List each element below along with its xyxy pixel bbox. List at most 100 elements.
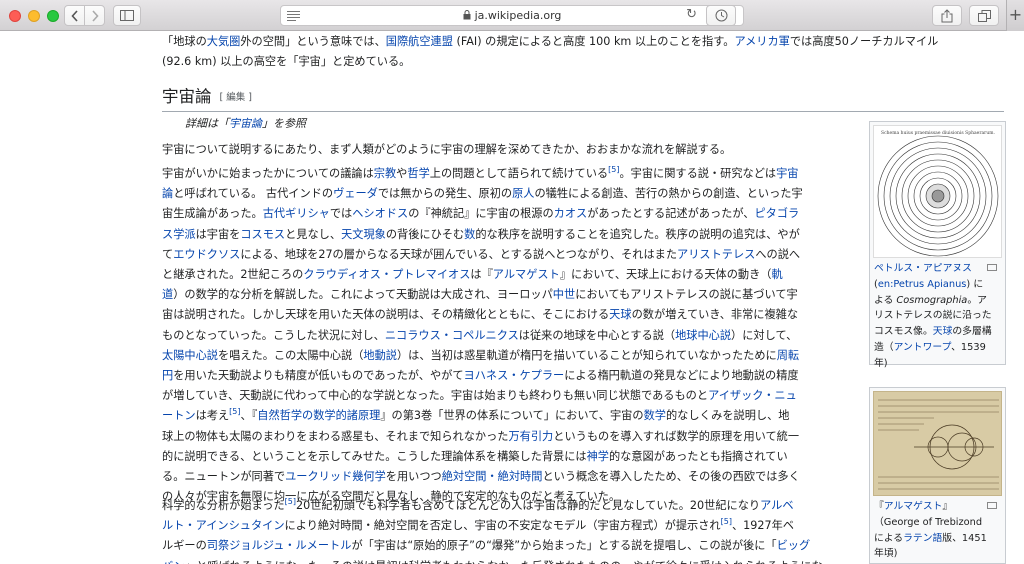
- article-link[interactable]: ス学派: [162, 228, 196, 241]
- section-heading: 宇宙論 [ 編集 ]: [162, 84, 1004, 112]
- paragraph-line: る。ニュートンが同著でユークリッド幾何学を用いつつ絶対空間・絶対時間という概念を…: [162, 467, 852, 487]
- article-link[interactable]: 哲学: [407, 167, 429, 180]
- article-link[interactable]: 地球中心説: [675, 329, 731, 342]
- text-run: という概念を導入したため、その後の西欧では多く: [542, 470, 800, 483]
- text-run: 」を参照: [262, 117, 306, 130]
- article-link[interactable]: カオス: [554, 207, 588, 220]
- figure-cosmographia-caption: ペトルス・アピアヌス (en:Petrus Apianus) による Cosmog…: [870, 261, 1005, 372]
- text-run: 科学的な分析が始まった: [162, 499, 285, 512]
- article-link[interactable]: 大気圏: [207, 35, 241, 48]
- text-run: ものとなっていった。こうした状況に対し、: [162, 328, 385, 342]
- caption-line: よる Cosmographia。ア: [870, 293, 1005, 309]
- history-button[interactable]: [706, 5, 736, 26]
- article-link[interactable]: 論: [162, 187, 173, 200]
- article-link[interactable]: 数: [464, 228, 475, 241]
- reference-link[interactable]: [5]: [721, 517, 732, 526]
- article-link[interactable]: 中世: [553, 288, 575, 301]
- caption-line: (en:Petrus Apianus) に: [870, 277, 1005, 293]
- article-link[interactable]: 絶対空間・絶対時間: [442, 470, 543, 483]
- article-link[interactable]: バン: [162, 560, 185, 564]
- article-link[interactable]: 自然哲学の数学的諸原理: [257, 409, 380, 422]
- new-tab-button[interactable]: +: [1006, 0, 1024, 31]
- article-link[interactable]: アイザック・ニュ: [708, 389, 797, 402]
- reference-link[interactable]: [5]: [229, 407, 240, 416]
- text-run: においてもアリストテレスの説に基づいて宇: [575, 288, 798, 302]
- zoom-window-button[interactable]: [47, 10, 59, 22]
- article-link[interactable]: 円: [162, 369, 173, 382]
- reference-link[interactable]: [5]: [608, 165, 619, 174]
- article-link[interactable]: アルマゲスト: [493, 268, 560, 281]
- article-link[interactable]: 神学: [587, 450, 609, 463]
- article-link[interactable]: 天文現象: [341, 228, 386, 241]
- article-link[interactable]: ヴェーダ: [333, 187, 378, 200]
- reload-icon[interactable]: ↻: [686, 7, 697, 22]
- article-link[interactable]: 地動説: [363, 349, 397, 362]
- article-link[interactable]: 国際航空連盟: [386, 35, 453, 48]
- text-run: （George of Trebizond: [874, 516, 983, 528]
- article-link[interactable]: アルマゲスト: [884, 501, 943, 512]
- address-bar[interactable]: ja.wikipedia.org ↻: [280, 5, 744, 26]
- article-link[interactable]: アリストテレス: [677, 248, 755, 261]
- text-run: 詳細は「: [185, 117, 229, 130]
- text-run: 』: [942, 501, 953, 512]
- section-edit-link[interactable]: [ 編集 ]: [220, 92, 252, 103]
- article-link[interactable]: 原人: [512, 187, 534, 200]
- article-link[interactable]: アメリカ軍: [734, 35, 789, 48]
- back-button[interactable]: [64, 5, 85, 26]
- article-link[interactable]: ラテン語: [903, 533, 942, 544]
- article-link[interactable]: 万有引力: [508, 430, 553, 443]
- text-run: への説へ: [755, 247, 801, 261]
- article-link[interactable]: ートン: [162, 409, 196, 422]
- text-run: ）に対して、: [731, 328, 798, 342]
- paragraph-line: 的に説明できる、ということを示してみせた。こうした理論体系を構築した背景には神学…: [162, 447, 852, 467]
- article-link[interactable]: en:Petrus Apianus: [878, 279, 967, 290]
- article-link[interactable]: ジョルジュ・ルメートル: [229, 539, 351, 552]
- article-link[interactable]: コスモス: [240, 228, 285, 241]
- article-link[interactable]: クラウディオス・プトレマイオス: [303, 268, 470, 281]
- enlarge-icon[interactable]: [987, 264, 997, 271]
- forward-button[interactable]: [84, 5, 105, 26]
- text-run: は宇宙を: [195, 227, 241, 241]
- tabs-button[interactable]: [969, 5, 999, 26]
- article-link[interactable]: 数学: [644, 409, 666, 422]
- text-run: 年): [874, 357, 888, 369]
- enlarge-icon[interactable]: [987, 502, 997, 509]
- reference-link[interactable]: [5]: [285, 497, 296, 506]
- article-link[interactable]: 周転: [777, 349, 799, 362]
- text-run: 』の第3巻「世界の体系について」において、宇宙の: [380, 409, 644, 423]
- article-link[interactable]: 古代ギリシャ: [263, 207, 330, 220]
- sidebar-button[interactable]: [113, 5, 141, 26]
- close-window-button[interactable]: [9, 10, 21, 22]
- article-link[interactable]: アルベ: [760, 499, 793, 512]
- text-run: 造（: [874, 341, 894, 353]
- article-link[interactable]: ユークリッド幾何学: [285, 470, 386, 483]
- article-link[interactable]: 軌: [771, 268, 782, 281]
- article-link[interactable]: ピタゴラ: [754, 207, 799, 220]
- article-link[interactable]: 天球: [609, 308, 631, 321]
- article-link[interactable]: エウドクソス: [173, 248, 240, 261]
- article-link[interactable]: ルト・アインシュタイン: [162, 519, 285, 532]
- article-link[interactable]: ヘシオドス: [352, 207, 408, 220]
- paragraph-line: バン」と呼ばれるようになった。その説は最初は科学者もわからなかった反発されたもの…: [162, 557, 852, 564]
- article-link[interactable]: 宗教: [374, 167, 396, 180]
- article-link[interactable]: アントワープ: [894, 342, 952, 353]
- article-link[interactable]: 宇宙論: [229, 117, 262, 130]
- share-button[interactable]: [932, 5, 962, 26]
- article-link[interactable]: 司祭: [207, 539, 229, 552]
- minimize-window-button[interactable]: [28, 10, 40, 22]
- article-link[interactable]: 天球: [933, 326, 953, 337]
- text-run: 「地球の: [162, 35, 207, 48]
- caption-line: 年): [870, 356, 1005, 372]
- text-run: ルギーの: [162, 539, 207, 553]
- article-link[interactable]: ビッグ: [777, 539, 811, 552]
- text-run: て: [162, 247, 174, 261]
- article-link[interactable]: ペトルス・アピアヌス: [874, 263, 972, 274]
- article-link[interactable]: 太陽中心説: [162, 349, 218, 362]
- cosmographia-image[interactable]: Schema huius praemissae diuisionis Sphae…: [873, 125, 1002, 258]
- article-link[interactable]: 道: [162, 288, 173, 301]
- article-link[interactable]: 宇宙: [776, 167, 798, 180]
- text-run: 版、1451: [942, 532, 987, 544]
- almagest-image[interactable]: [873, 391, 1002, 496]
- article-link[interactable]: ニコラウス・コペルニクス: [385, 329, 519, 342]
- article-link[interactable]: ヨハネス・ケプラー: [464, 369, 565, 382]
